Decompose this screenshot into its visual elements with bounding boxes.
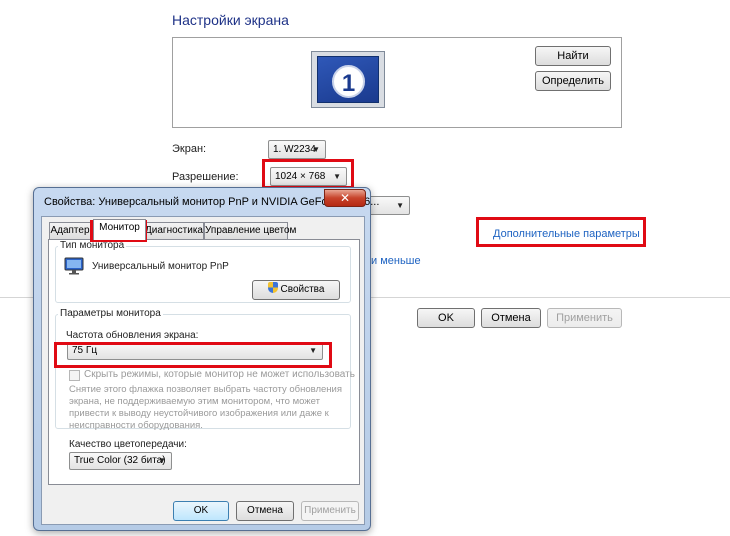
chevron-down-icon: ▼ <box>396 201 404 210</box>
dialog-ok-button[interactable]: OK <box>173 501 229 521</box>
refresh-rate-label: Частота обновления экрана: <box>66 330 199 341</box>
find-button[interactable]: Найти <box>535 46 611 66</box>
monitor-type-group: Тип монитора Универсальный монитор PnP С… <box>55 240 351 303</box>
hide-modes-label: Скрыть режимы, которые монитор не может … <box>84 369 355 380</box>
dialog-cancel-button[interactable]: Отмена <box>236 501 294 521</box>
chevron-down-icon: ▼ <box>158 456 166 465</box>
screen-select[interactable]: 1. W2234 ▼ <box>268 140 326 159</box>
monitor-icon <box>64 257 84 275</box>
resolution-highlight-box <box>262 159 354 189</box>
color-quality-value: True Color (32 бита) <box>74 455 166 466</box>
tab-diagnostics[interactable]: Диагностика <box>144 222 204 240</box>
monitor-params-legend: Параметры монитора <box>58 308 163 319</box>
tab-adapter[interactable]: Адаптер <box>49 222 91 240</box>
properties-button[interactable]: Свойства <box>252 280 340 300</box>
resolution-label: Разрешение: <box>172 171 239 183</box>
identify-button[interactable]: Определить <box>535 71 611 91</box>
monitor-params-group: Параметры монитора Частота обновления эк… <box>55 308 355 432</box>
monitor-preview-screen: 1 <box>317 56 379 103</box>
refresh-rate-highlight-box <box>54 342 332 368</box>
dialog-body: Адаптер Монитор Диагностика Управление ц… <box>41 216 365 525</box>
cancel-button[interactable]: Отмена <box>481 308 541 328</box>
hide-modes-checkbox[interactable] <box>69 370 80 381</box>
ok-button[interactable]: OK <box>417 308 475 328</box>
apply-button[interactable]: Применить <box>547 308 622 328</box>
color-quality-label: Качество цветопередачи: <box>69 439 187 450</box>
tab-color-management[interactable]: Управление цветом <box>204 222 296 240</box>
page-title: Настройки экрана <box>172 12 289 28</box>
close-icon[interactable]: ✕ <box>324 189 366 207</box>
text-size-link[interactable]: и меньше <box>371 255 421 267</box>
chevron-down-icon: ▼ <box>312 145 320 154</box>
monitor-number-badge: 1 <box>332 65 365 98</box>
shield-icon <box>267 282 278 293</box>
hide-modes-description-line: привести к выводу неустойчивого изображе… <box>69 408 329 419</box>
monitor-preview-area: 1 Найти Определить <box>172 37 622 128</box>
hide-modes-description-line: неисправности оборудования. <box>69 420 203 431</box>
screen-label: Экран: <box>172 143 207 155</box>
hide-modes-description: Снятие этого флажка позволяет выбрать ча… <box>69 384 342 432</box>
hide-modes-description-line: Снятие этого флажка позволяет выбрать ча… <box>69 384 342 395</box>
dialog-apply-button[interactable]: Применить <box>301 501 359 521</box>
hide-modes-description-line: экрана, не поддерживаемую этим монитором… <box>69 396 320 407</box>
screen-select-value: 1. W2234 <box>273 144 316 155</box>
advanced-link-highlight-box <box>476 217 646 247</box>
monitor-preview-icon[interactable]: 1 <box>311 51 385 108</box>
monitor-name: Универсальный монитор PnP <box>92 261 229 272</box>
color-quality-select[interactable]: True Color (32 бита) ▼ <box>69 452 172 470</box>
properties-button-label: Свойства <box>280 284 325 295</box>
tab-monitor[interactable]: Монитор <box>93 219 146 240</box>
